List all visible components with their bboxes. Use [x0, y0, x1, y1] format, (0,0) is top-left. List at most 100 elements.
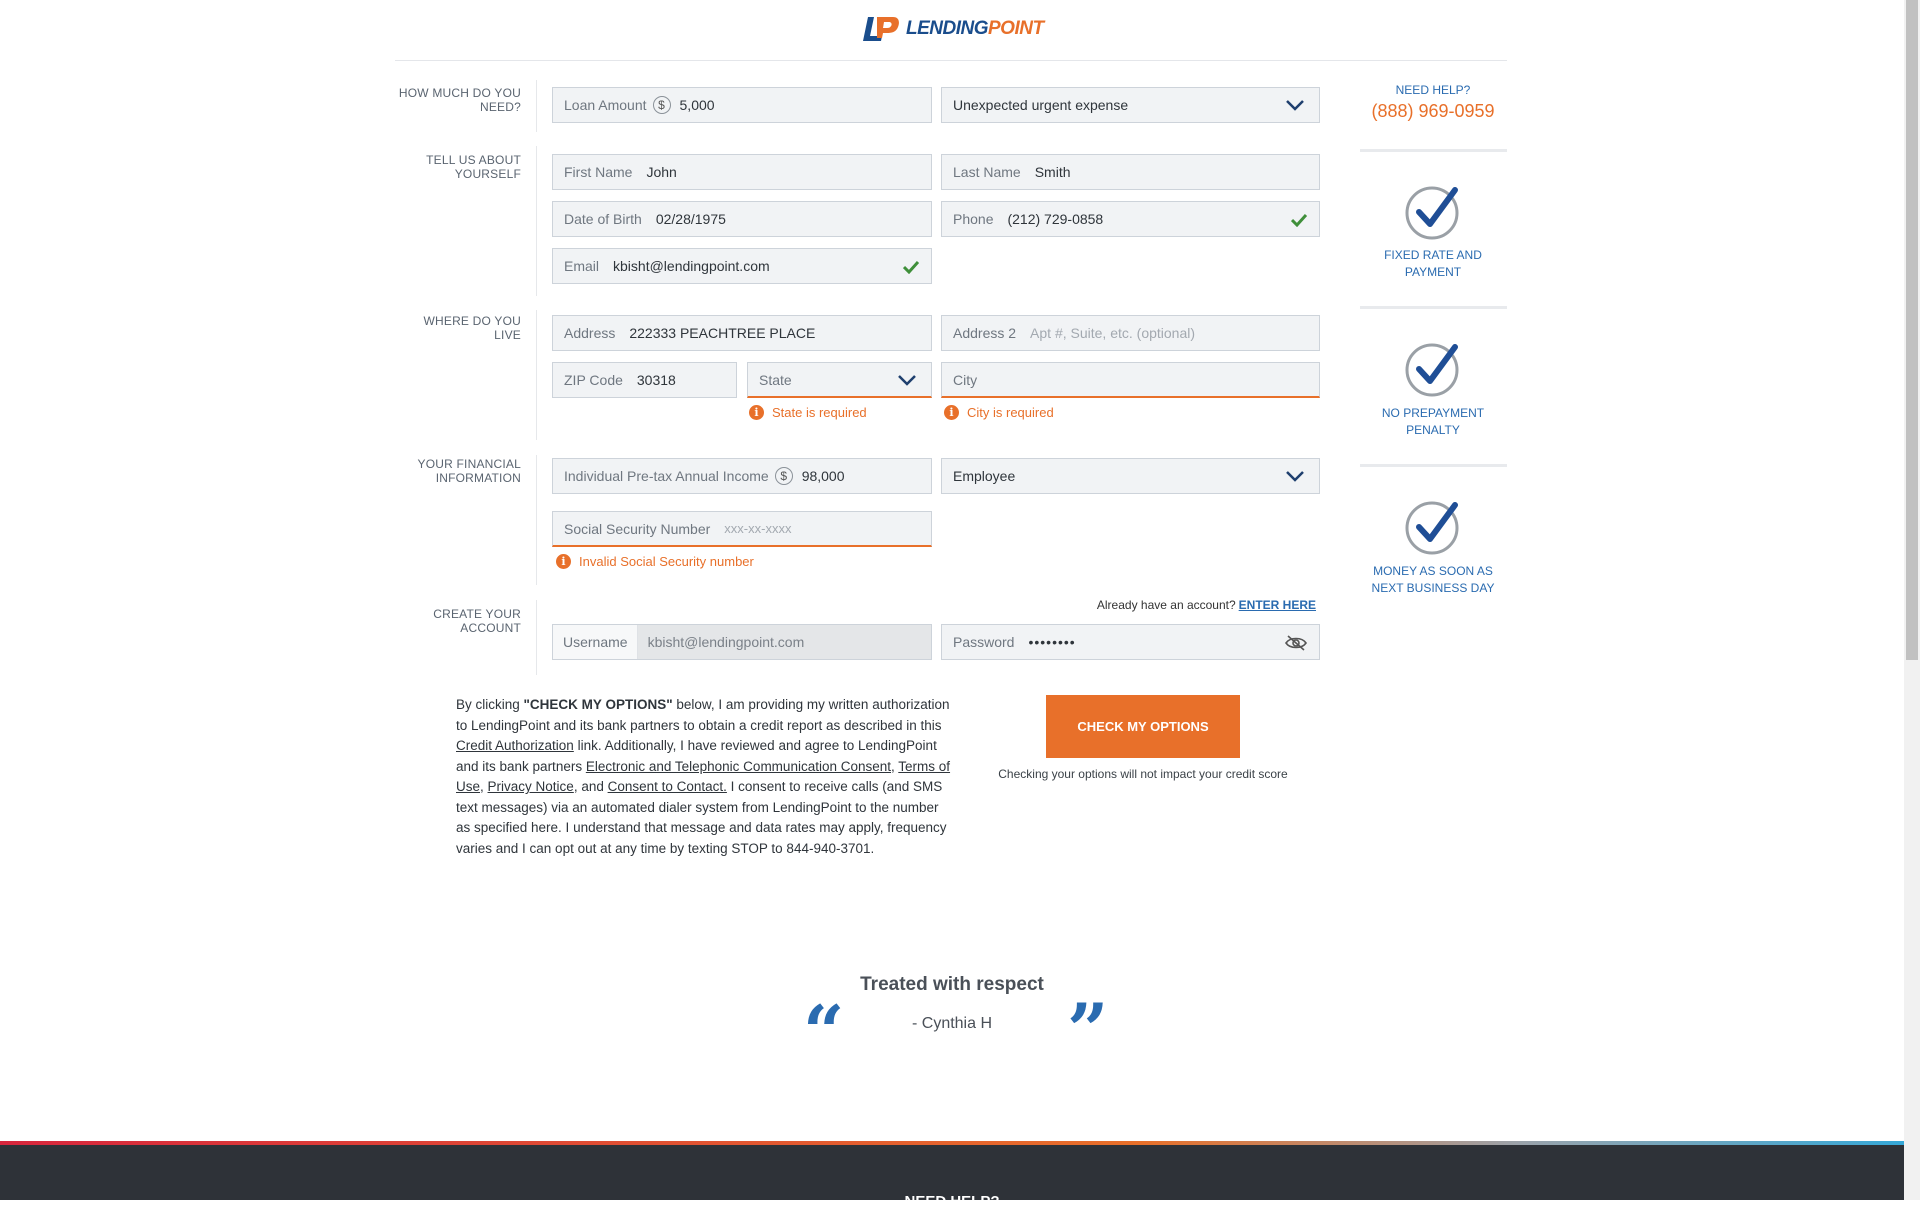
- header-divider: [395, 60, 1507, 61]
- chevron-down-icon: [898, 375, 916, 386]
- header: LENDINGPOINT: [0, 0, 1904, 60]
- dob-field[interactable]: Date of Birth 02/28/1975: [552, 201, 932, 237]
- open-quote-icon: “: [803, 989, 845, 1074]
- address2-label: Address 2: [953, 325, 1017, 341]
- address-field[interactable]: Address 222333 PEACHTREE PLACE: [552, 315, 932, 351]
- zip-value: 30318: [636, 372, 676, 388]
- loan-purpose-select[interactable]: Unexpected urgent expense: [941, 87, 1320, 123]
- sidebar-divider: [1360, 306, 1507, 309]
- section-label-live: WHERE DO YOU LIVE: [423, 314, 521, 342]
- check-circle-icon: [1405, 186, 1459, 240]
- footer-need-help: NEED HELP?: [904, 1193, 1000, 1210]
- cta-note: Checking your options will not impact yo…: [998, 767, 1288, 781]
- ssn-error: i Invalid Social Security number: [556, 554, 754, 569]
- section-label-how-much: HOW MUCH DO YOU NEED?: [398, 86, 521, 114]
- state-select[interactable]: State: [747, 362, 932, 398]
- already-account-text: Already have an account?: [1096, 598, 1236, 612]
- consent-cta-ref: "CHECK MY OPTIONS": [523, 697, 673, 712]
- testimonial-author: - Cynthia H: [911, 1015, 993, 1032]
- first-name-field[interactable]: First Name John: [552, 154, 932, 190]
- phone-field[interactable]: Phone (212) 729-0858: [941, 201, 1320, 237]
- income-field[interactable]: Individual Pre-tax Annual Income $ 98,00…: [552, 458, 932, 494]
- email-label: Email: [564, 258, 600, 274]
- phone-label: Phone: [953, 211, 994, 227]
- state-error: i State is required: [749, 405, 867, 420]
- sidebar-phone[interactable]: (888) 969-0959: [1360, 101, 1506, 122]
- sidebar-divider: [1360, 464, 1507, 467]
- city-field[interactable]: City: [941, 362, 1320, 398]
- first-name-value: John: [646, 164, 677, 180]
- state-placeholder: State: [759, 371, 792, 388]
- privacy-notice-link[interactable]: Privacy Notice: [488, 779, 574, 794]
- username-field[interactable]: Username kbisht@lendingpoint.com: [552, 624, 932, 660]
- check-icon: [903, 260, 919, 274]
- error-icon: i: [749, 405, 764, 420]
- dob-label: Date of Birth: [564, 211, 642, 227]
- income-value: 98,000: [801, 468, 845, 484]
- employment-select[interactable]: Employee: [941, 458, 1320, 494]
- dob-value: 02/28/1975: [655, 211, 726, 227]
- feature-fixed-rate: FIXED RATE AND PAYMENT: [1384, 248, 1482, 279]
- check-icon: [1291, 213, 1307, 227]
- feature-no-prepayment: NO PREPAYMENT PENALTY: [1381, 406, 1485, 437]
- address2-field[interactable]: Address 2 Apt #, Suite, etc. (optional): [941, 315, 1320, 351]
- username-label: Username: [553, 625, 638, 659]
- consent-part: , and: [573, 779, 608, 794]
- email-field[interactable]: Email kbisht@lendingpoint.com: [552, 248, 932, 284]
- username-value: kbisht@lendingpoint.com: [637, 625, 931, 659]
- first-name-label: First Name: [564, 164, 633, 180]
- check-circle-icon: [1405, 343, 1459, 397]
- password-label: Password: [953, 634, 1015, 650]
- hide-password-icon[interactable]: [1284, 634, 1308, 652]
- city-error: i City is required: [944, 405, 1054, 420]
- enter-here-link[interactable]: ENTER HERE: [1239, 598, 1316, 612]
- ssn-placeholder: xxx-xx-xxxx: [724, 521, 792, 536]
- communication-consent-link[interactable]: Electronic and Telephonic Communication …: [586, 759, 891, 774]
- consent-part: ,: [480, 779, 488, 794]
- loan-amount-field[interactable]: Loan Amount $ 5,000: [552, 87, 932, 123]
- logo[interactable]: LENDINGPOINT: [862, 12, 1044, 46]
- section-label-about: TELL US ABOUT YOURSELF: [426, 153, 521, 181]
- address2-placeholder: Apt #, Suite, etc. (optional): [1030, 325, 1196, 341]
- section-divider: [536, 310, 537, 440]
- section-divider: [536, 600, 537, 675]
- loan-amount-value: 5,000: [679, 97, 715, 113]
- city-placeholder: City: [953, 371, 978, 388]
- last-name-field[interactable]: Last Name Smith: [941, 154, 1320, 190]
- scrollbar-thumb[interactable]: [1906, 0, 1918, 660]
- lendingpoint-logo-icon: [863, 17, 899, 41]
- ssn-error-text: Invalid Social Security number: [579, 554, 754, 569]
- address-value: 222333 PEACHTREE PLACE: [629, 325, 816, 341]
- chevron-down-icon: [1286, 471, 1304, 482]
- section-divider: [536, 455, 537, 585]
- footer: [0, 1145, 1904, 1200]
- consent-to-contact-link[interactable]: Consent to Contact.: [608, 779, 727, 794]
- check-my-options-button[interactable]: CHECK MY OPTIONS: [1046, 695, 1240, 758]
- section-divider: [536, 146, 537, 296]
- credit-authorization-link[interactable]: Credit Authorization: [456, 738, 574, 753]
- logo-text-main: LENDING: [906, 18, 989, 39]
- email-value: kbisht@lendingpoint.com: [613, 258, 770, 274]
- logo-text: LENDINGPOINT: [906, 18, 1044, 40]
- sidebar-divider: [1360, 149, 1507, 152]
- logo-text-accent: POINT: [988, 18, 1044, 39]
- consent-part: By clicking: [456, 697, 524, 712]
- password-value: ••••••••: [1028, 634, 1076, 650]
- ssn-field[interactable]: Social Security Number xxx-xx-xxxx: [552, 511, 932, 547]
- income-label: Individual Pre-tax Annual Income: [564, 468, 769, 484]
- state-error-text: State is required: [772, 405, 867, 420]
- ssn-label: Social Security Number: [564, 520, 711, 537]
- section-divider: [536, 80, 537, 132]
- password-field[interactable]: Password ••••••••: [941, 624, 1320, 660]
- last-name-value: Smith: [1034, 164, 1071, 180]
- address-label: Address: [564, 325, 616, 341]
- zip-label: ZIP Code: [564, 372, 623, 388]
- feature-money-next-day: MONEY AS SOON AS NEXT BUSINESS DAY: [1371, 564, 1495, 595]
- zip-field[interactable]: ZIP Code 30318: [552, 362, 737, 398]
- check-circle-icon: [1405, 501, 1459, 555]
- dollar-icon: $: [774, 467, 793, 485]
- chevron-down-icon: [1286, 100, 1304, 111]
- last-name-label: Last Name: [953, 164, 1021, 180]
- loan-purpose-value: Unexpected urgent expense: [953, 97, 1129, 113]
- section-label-account: CREATE YOUR ACCOUNT: [433, 607, 521, 635]
